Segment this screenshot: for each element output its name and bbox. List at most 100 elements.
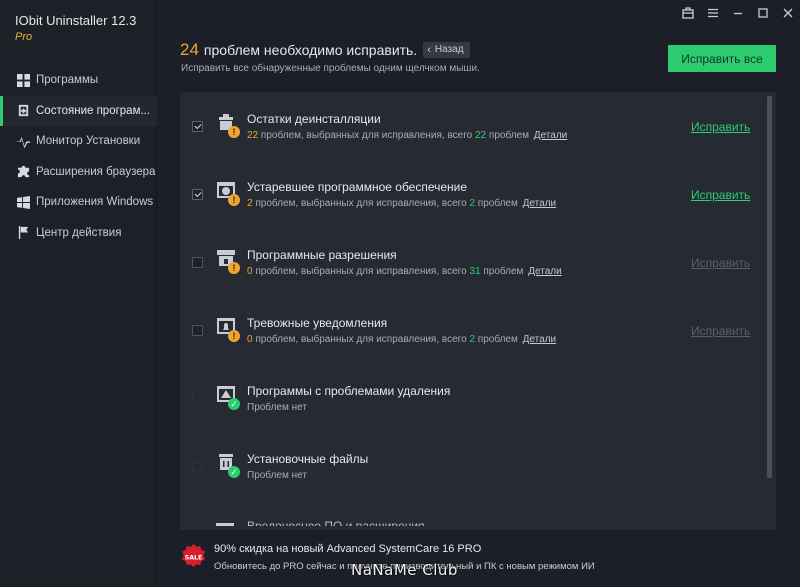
bell-icon: !: [215, 315, 241, 342]
trash-icon: ✓: [215, 451, 241, 478]
issue-row-removal-problems: ✓ Программы с проблемами удаления Пробле…: [180, 364, 760, 432]
maximize-icon[interactable]: [750, 0, 775, 26]
issue-checkbox: [192, 393, 203, 404]
issue-status: Проблем нет: [247, 470, 307, 481]
issue-checkbox[interactable]: [192, 257, 203, 268]
issue-row-malware-partial: Вредоносное ПО и расширения: [247, 519, 425, 526]
total-count: 2: [469, 198, 475, 209]
issue-title: Программные разрешения: [247, 248, 397, 262]
selected-count: 0: [247, 266, 253, 277]
issue-row-uninstall-leftovers: ! Остатки деинсталляции 22 проблем, выбр…: [180, 92, 760, 160]
warning-icon: !: [228, 330, 240, 342]
stats-text: проблем, выбранных для исправления, всег…: [255, 266, 467, 277]
fix-link[interactable]: Исправить: [691, 324, 750, 338]
details-link[interactable]: Детали: [523, 334, 556, 345]
issue-title: Устаревшее программное обеспечение: [247, 180, 468, 194]
minimize-icon[interactable]: [725, 0, 750, 26]
stats-text-end: проблем: [483, 266, 524, 277]
details-link[interactable]: Детали: [534, 130, 567, 141]
check-icon: ✓: [228, 398, 240, 410]
sidebar-nav: Программы Состояние програм... Монитор У…: [0, 65, 157, 248]
windows-icon: [16, 195, 30, 209]
issue-row-permissions: ! Программные разрешения 0 проблем, выбр…: [180, 228, 760, 296]
eraser-icon: !: [215, 111, 241, 138]
scrollbar[interactable]: [767, 96, 772, 478]
lock-icon: !: [215, 247, 241, 274]
stats-text: проблем, выбранных для исправления, всег…: [260, 130, 473, 141]
sidebar-item-programs[interactable]: Программы: [0, 65, 157, 96]
issue-checkbox[interactable]: [192, 121, 203, 132]
issue-stats: 22 проблем, выбранных для исправления, в…: [247, 130, 567, 141]
page-title: 24 проблем необходимо исправить. ‹ Назад: [180, 40, 470, 60]
issue-stats: 2 проблем, выбранных для исправления, вс…: [247, 198, 556, 209]
issue-checkbox[interactable]: [192, 189, 203, 200]
sidebar: IObit Uninstaller 12.3 Pro Программы Сос…: [0, 0, 157, 587]
warning-icon: !: [228, 262, 240, 274]
issue-status: Проблем нет: [247, 402, 307, 413]
stats-text-end: проблем: [477, 198, 518, 209]
toolbox-icon[interactable]: [675, 0, 700, 26]
issue-checkbox: [192, 461, 203, 472]
issue-checkbox[interactable]: [192, 325, 203, 336]
promo-title: 90% скидка на новый Advanced SystemCare …: [214, 543, 482, 555]
fix-link[interactable]: Исправить: [691, 120, 750, 134]
stats-text: проблем, выбранных для исправления, всег…: [255, 334, 467, 345]
fix-all-button[interactable]: Исправить все: [668, 45, 776, 72]
promo-banner[interactable]: SALE 90% скидка на новый Advanced System…: [157, 530, 800, 587]
sidebar-item-health[interactable]: Состояние програм...: [0, 95, 157, 126]
menu-icon[interactable]: [700, 0, 725, 26]
app-title: IObit Uninstaller 12.3: [15, 13, 137, 28]
selected-count: 0: [247, 334, 253, 345]
sidebar-item-label: Приложения Windows: [36, 196, 154, 209]
selected-count: 2: [247, 198, 253, 209]
issue-stats: 0 проблем, выбранных для исправления, вс…: [247, 266, 562, 277]
sidebar-item-action-center[interactable]: Центр действия: [0, 218, 157, 249]
issue-row-installer-files: ✓ Установочные файлы Проблем нет: [180, 432, 760, 500]
malware-icon: [214, 520, 236, 526]
app-edition: Pro: [15, 31, 33, 43]
close-icon[interactable]: [775, 0, 800, 26]
outdated-software-icon: !: [215, 179, 241, 206]
sidebar-item-label: Монитор Установки: [36, 135, 141, 148]
total-count: 2: [469, 334, 475, 345]
issue-row-alerts: ! Тревожные уведомления 0 проблем, выбра…: [180, 296, 760, 364]
selected-count: 22: [247, 130, 259, 141]
sidebar-item-label: Состояние програм...: [36, 104, 151, 117]
fix-link[interactable]: Исправить: [691, 188, 750, 202]
watermark: NaNaMe Club: [351, 561, 458, 579]
issue-count: 24: [180, 40, 199, 59]
puzzle-icon: [16, 165, 30, 179]
issue-title: Программы с проблемами удаления: [247, 384, 451, 398]
back-button[interactable]: ‹ Назад: [423, 42, 470, 58]
window-controls: [675, 0, 800, 26]
warning-icon: !: [228, 126, 240, 138]
sale-badge-icon: SALE: [181, 543, 206, 568]
stats-text-end: проблем: [477, 334, 518, 345]
issue-title: Остатки деинсталляции: [247, 112, 381, 126]
alert-window-icon: ✓: [215, 383, 241, 410]
sidebar-item-install-monitor[interactable]: Монитор Установки: [0, 126, 157, 157]
stats-text: проблем, выбранных для исправления, всег…: [255, 198, 467, 209]
sidebar-item-windows-apps[interactable]: Приложения Windows: [0, 187, 157, 218]
health-icon: [16, 104, 30, 118]
sidebar-item-browser-extensions[interactable]: Расширения браузера: [0, 157, 157, 188]
sidebar-item-label: Центр действия: [36, 226, 122, 239]
chevron-left-icon: ‹: [427, 43, 431, 56]
grid-icon: [16, 73, 30, 87]
flag-icon: [16, 226, 30, 240]
warning-icon: !: [228, 194, 240, 206]
details-link[interactable]: Детали: [523, 198, 556, 209]
issue-stats: 0 проблем, выбранных для исправления, вс…: [247, 334, 556, 345]
page-title-text: проблем необходимо исправить.: [203, 42, 418, 58]
issue-title: Тревожные уведомления: [247, 316, 388, 330]
sidebar-item-label: Программы: [36, 74, 99, 87]
sale-badge-text: SALE: [185, 554, 203, 561]
stats-text-end: проблем: [488, 130, 529, 141]
back-button-label: Назад: [434, 44, 464, 55]
sidebar-item-label: Расширения браузера: [36, 165, 156, 178]
monitor-icon: [16, 134, 30, 148]
fix-link[interactable]: Исправить: [691, 256, 750, 270]
details-link[interactable]: Детали: [528, 266, 561, 277]
issue-title: Установочные файлы: [247, 452, 369, 466]
page-subtitle: Исправить все обнаруженные проблемы одни…: [181, 63, 480, 74]
